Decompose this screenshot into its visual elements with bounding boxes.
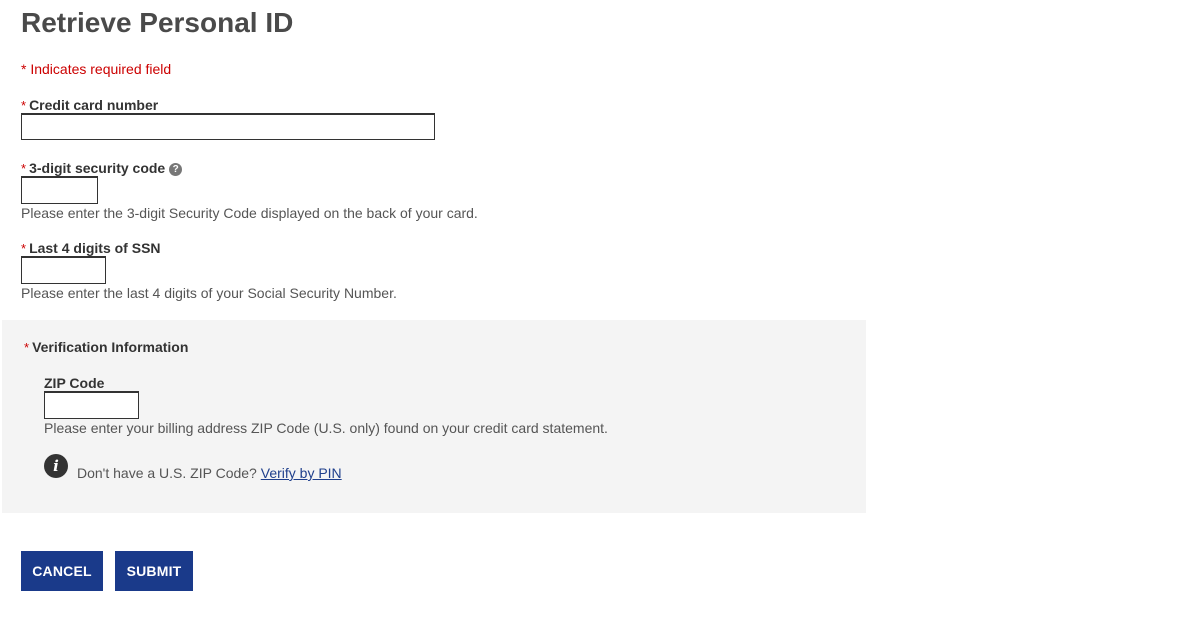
credit-card-input[interactable] xyxy=(21,113,435,140)
zip-code-hint: Please enter your billing address ZIP Co… xyxy=(44,420,608,436)
required-star: * xyxy=(21,98,27,113)
required-star: * xyxy=(21,161,27,176)
security-code-label-text: 3-digit security code xyxy=(29,160,166,176)
verification-heading-text: Verification Information xyxy=(32,339,189,355)
security-code-label: * 3-digit security code? xyxy=(21,160,183,177)
required-star: * xyxy=(21,241,27,256)
security-code-input[interactable] xyxy=(21,176,98,204)
info-icon: i xyxy=(44,454,68,478)
cancel-button[interactable]: CANCEL xyxy=(21,551,103,591)
zip-code-label: ZIP Code xyxy=(44,375,105,391)
security-code-hint: Please enter the 3-digit Security Code d… xyxy=(21,205,478,221)
retrieve-personal-id-page: Retrieve Personal ID * Indicates require… xyxy=(0,0,1193,631)
no-zip-text: Don't have a U.S. ZIP Code? xyxy=(77,465,257,481)
credit-card-label-text: Credit card number xyxy=(29,97,159,113)
zip-code-input[interactable] xyxy=(44,391,139,419)
page-title: Retrieve Personal ID xyxy=(21,7,294,38)
required-field-note: * Indicates required field xyxy=(21,61,172,77)
help-icon[interactable]: ? xyxy=(169,163,183,176)
ssn-hint: Please enter the last 4 digits of your S… xyxy=(21,285,397,301)
no-zip-message: Don't have a U.S. ZIP Code? Verify by PI… xyxy=(77,465,342,481)
verification-heading: * Verification Information xyxy=(24,339,188,356)
submit-button[interactable]: SUBMIT xyxy=(115,551,193,591)
required-star: * xyxy=(24,340,30,355)
credit-card-label: * Credit card number xyxy=(21,97,158,114)
verify-by-pin-link[interactable]: Verify by PIN xyxy=(261,465,342,481)
ssn-input[interactable] xyxy=(21,256,106,284)
ssn-label-text: Last 4 digits of SSN xyxy=(29,240,161,256)
ssn-label: * Last 4 digits of SSN xyxy=(21,240,161,257)
